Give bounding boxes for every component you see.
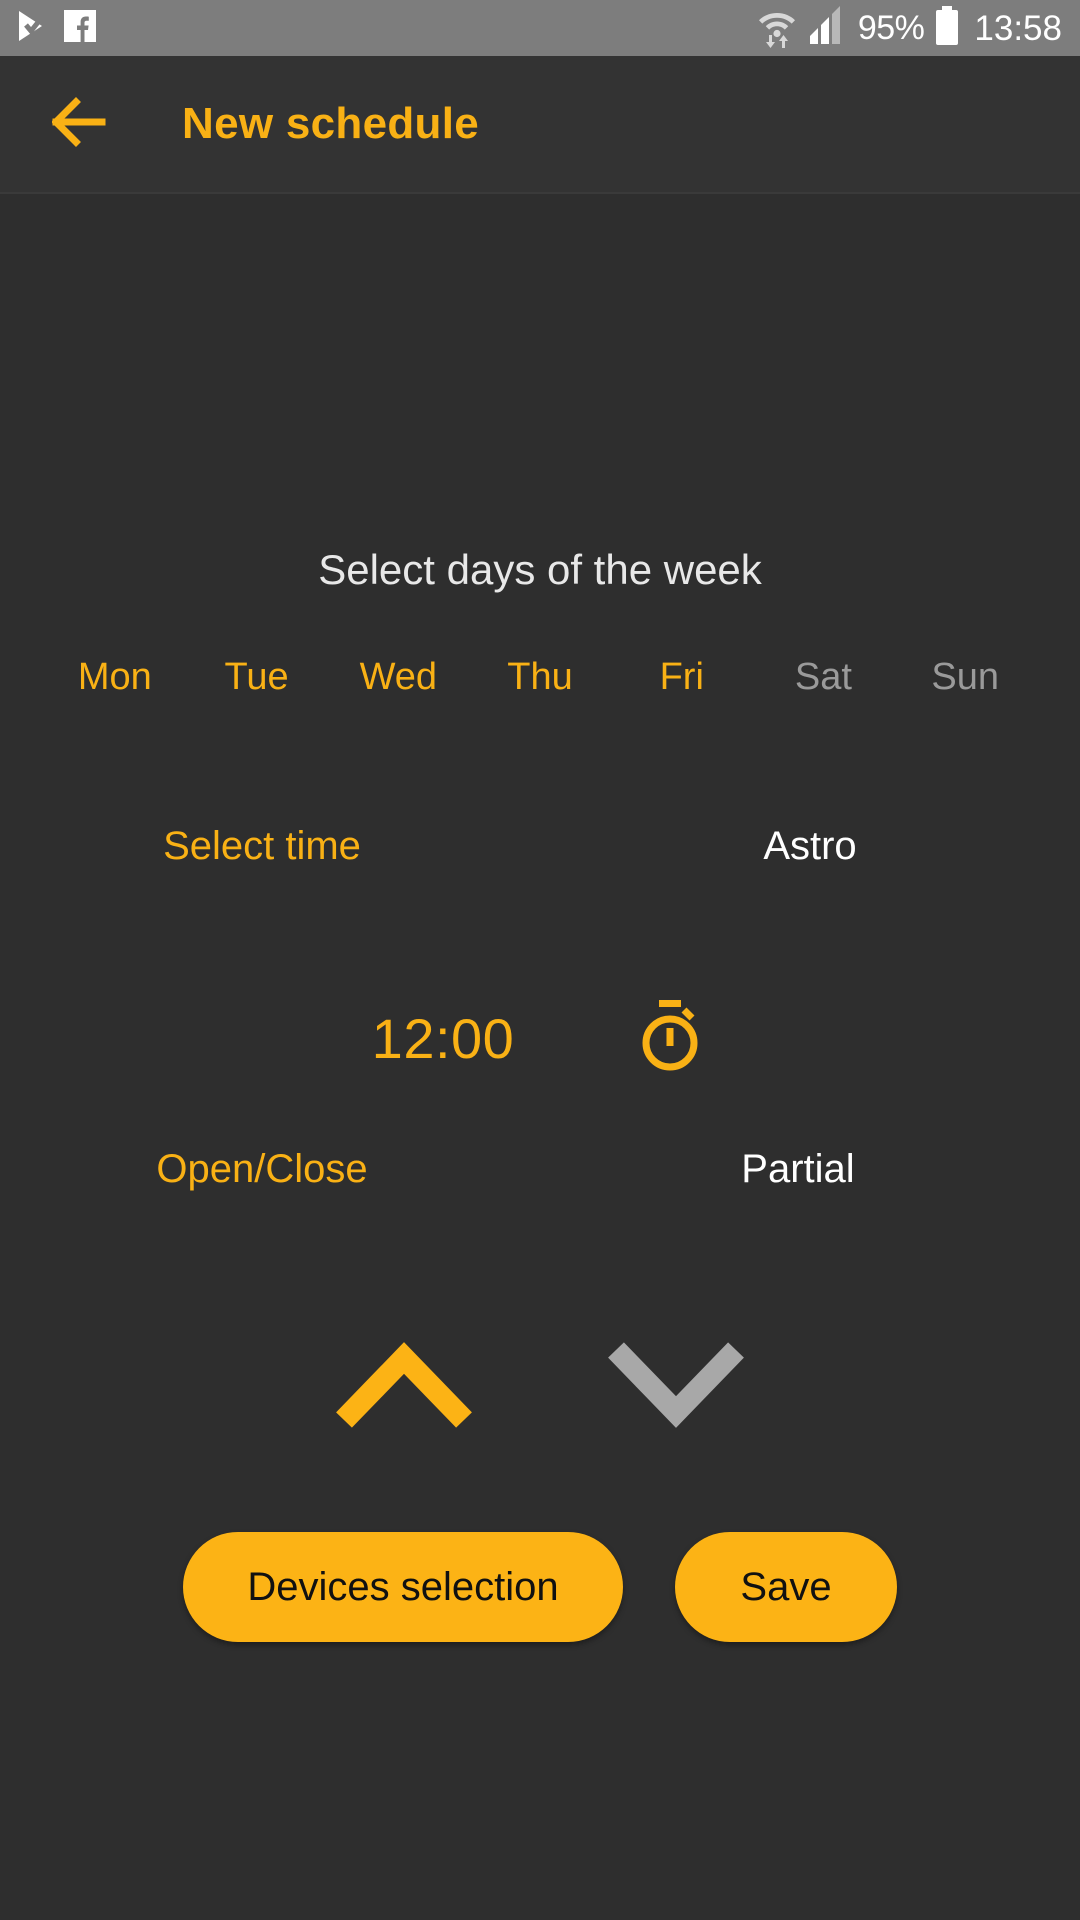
day-toggle-tue[interactable]: Tue bbox=[186, 656, 328, 699]
stopwatch-button[interactable] bbox=[632, 998, 708, 1079]
devices-selection-button[interactable]: Devices selection bbox=[183, 1532, 623, 1642]
day-toggle-wed[interactable]: Wed bbox=[327, 656, 469, 699]
page-title: New schedule bbox=[182, 99, 480, 148]
tab-partial[interactable]: Partial bbox=[528, 1147, 1068, 1192]
save-button[interactable]: Save bbox=[675, 1532, 897, 1642]
day-toggle-sun[interactable]: Sun bbox=[894, 656, 1036, 699]
battery-percentage: 95% bbox=[857, 9, 925, 47]
day-toggle-mon[interactable]: Mon bbox=[44, 656, 186, 699]
status-bar-system-icons: 95% 13:58 bbox=[756, 4, 1062, 53]
stopwatch-icon bbox=[634, 998, 706, 1079]
close-direction-button[interactable] bbox=[596, 1319, 756, 1449]
action-mode-tabs: Open/Close Partial bbox=[0, 1147, 1080, 1192]
chevron-up-icon bbox=[334, 1332, 474, 1437]
status-bar: 95% 13:58 bbox=[0, 0, 1080, 56]
day-toggle-sat[interactable]: Sat bbox=[753, 656, 895, 699]
app-screen: 95% 13:58 New schedule Select days of th… bbox=[0, 0, 1080, 1920]
selected-time-value[interactable]: 12:00 bbox=[372, 1006, 515, 1071]
select-days-heading: Select days of the week bbox=[318, 546, 762, 593]
action-buttons: Devices selection Save bbox=[0, 1532, 1080, 1642]
facebook-icon bbox=[64, 9, 96, 47]
tab-astro[interactable]: Astro bbox=[540, 824, 1080, 869]
cellular-signal-icon bbox=[808, 5, 848, 51]
status-bar-clock: 13:58 bbox=[974, 8, 1062, 48]
status-bar-notifications bbox=[16, 9, 96, 48]
wifi-transfer-icon bbox=[756, 4, 798, 53]
battery-full-icon bbox=[934, 5, 960, 51]
app-bar: New schedule bbox=[0, 56, 1080, 194]
time-picker-row: 12:00 bbox=[0, 998, 1080, 1079]
chevron-down-icon bbox=[606, 1332, 746, 1437]
direction-selector bbox=[0, 1319, 1080, 1449]
day-toggle-thu[interactable]: Thu bbox=[469, 656, 611, 699]
main-content: Select days of the week Mon Tue Wed Thu … bbox=[0, 194, 1080, 1920]
tab-select-time[interactable]: Select time bbox=[0, 824, 532, 869]
back-arrow-icon bbox=[51, 96, 114, 153]
play-store-update-icon bbox=[16, 9, 48, 48]
days-of-week-selector: Mon Tue Wed Thu Fri Sat Sun bbox=[0, 656, 1080, 699]
time-mode-tabs: Select time Astro bbox=[0, 824, 1080, 869]
day-toggle-fri[interactable]: Fri bbox=[611, 656, 753, 699]
tab-open-close[interactable]: Open/Close bbox=[0, 1147, 532, 1192]
open-direction-button[interactable] bbox=[324, 1319, 484, 1449]
back-button[interactable] bbox=[48, 89, 118, 159]
